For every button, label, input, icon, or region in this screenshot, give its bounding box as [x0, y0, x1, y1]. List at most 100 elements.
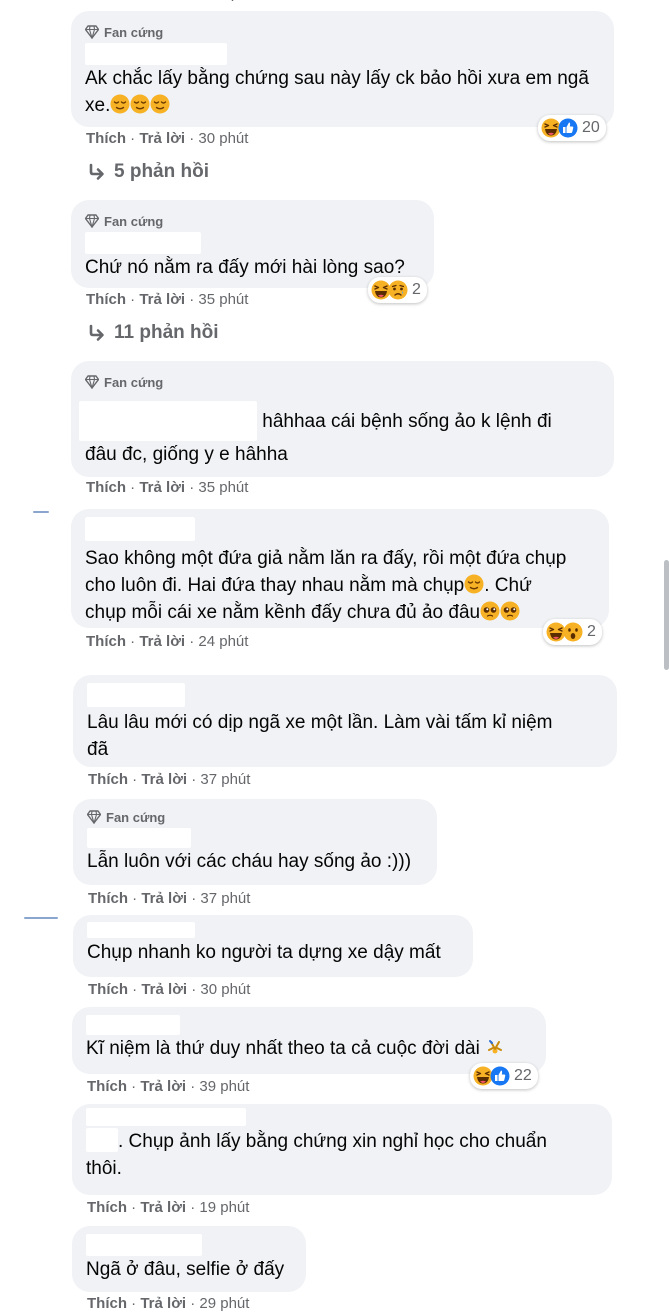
fan-badge[interactable]: Fan cứng	[87, 808, 423, 826]
cartwheel-emoji-icon	[488, 1040, 503, 1055]
reply-action[interactable]: Trả lời	[139, 291, 185, 308]
wow-reaction-icon	[563, 622, 583, 642]
comment-actions: Thích · Trả lời · 29 phút	[87, 1295, 250, 1312]
reaction-summary[interactable]: 20	[538, 115, 606, 141]
like-action[interactable]: Thích	[86, 130, 126, 147]
comment-actions: Thích · Trả lời · 35 phút	[86, 291, 249, 308]
comment-bubble: Lâu lâu mới có dịp ngã xe một lần. Làm v…	[73, 675, 617, 767]
comment-actions: Thích · Trả lời · 37 phút	[88, 890, 251, 907]
comment-text: . Chụp ảnh lấy bằng chứng xin nghỉ học c…	[86, 1128, 598, 1182]
comment-actions: Thích · Trả lời · 30 phút	[86, 130, 249, 147]
comment-time[interactable]: 30 phút	[200, 981, 250, 998]
comment-bubble: Chụp nhanh ko người ta dựng xe dậy mất	[73, 915, 473, 977]
reply-action[interactable]: Trả lời	[139, 130, 185, 147]
reply-arrow-icon	[89, 163, 104, 180]
thread-connector	[24, 917, 58, 919]
comment-bubble: Fan cứng Ak chắc lấy bằng chứng sau này …	[71, 11, 614, 127]
relieved-emoji-icon	[150, 94, 171, 114]
comment-text: Ngã ở đâu, selfie ở đấy	[86, 1259, 285, 1280]
comment-time[interactable]: 35 phút	[198, 479, 248, 496]
comment-actions: Thích · Trả lời · 24 phút	[86, 633, 249, 650]
comment-actions: Thích · Trả lời · 35 phút	[86, 479, 249, 496]
comment-actions: Thích · Trả lời · 30 phút	[88, 981, 251, 998]
like-reaction-icon	[490, 1066, 510, 1086]
reply-action[interactable]: Trả lời	[139, 633, 185, 650]
diamond-icon	[85, 375, 99, 389]
like-action[interactable]: Thích	[87, 1295, 127, 1312]
author-name[interactable]	[87, 828, 423, 848]
reaction-count: 22	[514, 1067, 532, 1084]
comment-bubble: Sao không một đứa giả nằm lăn ra đấy, rồ…	[71, 509, 609, 628]
comment-text: Kĩ niệm là thứ duy nhất theo ta cả cuộc …	[86, 1035, 532, 1062]
relieved-emoji-icon	[464, 574, 485, 594]
comment-text: Lâu lâu mới có dịp ngã xe một lần. Làm v…	[87, 712, 553, 760]
like-action[interactable]: Thích	[86, 479, 126, 496]
comment-text: hâhhaa cái bệnh sống ảo k lệnh đi đâu đc…	[79, 401, 600, 468]
comment-time[interactable]: 19 phút	[199, 1199, 249, 1216]
like-action[interactable]: Thích	[88, 771, 128, 788]
fan-badge[interactable]: Fan cứng	[85, 373, 600, 391]
like-action[interactable]: Thích	[87, 1078, 127, 1095]
like-reaction-icon	[558, 118, 578, 138]
fan-badge[interactable]: Fan cứng	[85, 212, 420, 230]
view-replies[interactable]: 11 phản hồi	[88, 322, 219, 344]
comment-text: Chứ nó nằm ra đấy mới hài lòng sao?	[85, 257, 405, 278]
like-action[interactable]: Thích	[86, 291, 126, 308]
fan-badge-label: Fan cứng	[106, 809, 166, 825]
reaction-count: 2	[412, 281, 421, 298]
author-mention[interactable]	[86, 1128, 118, 1153]
comment-time[interactable]: 24 phút	[198, 633, 248, 650]
author-name[interactable]	[79, 401, 257, 441]
comment-time[interactable]: 39 phút	[199, 1078, 249, 1095]
relieved-emoji-icon	[130, 94, 151, 114]
author-name[interactable]	[85, 517, 595, 541]
comment-text: Sao không một đứa giả nằm lăn ra đấy, rồ…	[85, 548, 567, 623]
top-fragment: ·	[230, 0, 235, 8]
fan-badge-label: Fan cứng	[104, 24, 164, 40]
reply-action[interactable]: Trả lời	[140, 1199, 186, 1216]
like-action[interactable]: Thích	[87, 1199, 127, 1216]
author-name[interactable]	[86, 1108, 598, 1126]
comment-actions: Thích · Trả lời · 19 phút	[87, 1199, 250, 1216]
reply-action[interactable]: Trả lời	[141, 981, 187, 998]
comment-text: Lẫn luôn với các cháu hay sống ảo :)))	[87, 851, 412, 872]
like-action[interactable]: Thích	[88, 981, 128, 998]
reaction-count: 2	[587, 623, 596, 640]
comment-bubble: Fan cứng hâhhaa cái bệnh sống ảo k lệnh …	[71, 361, 614, 477]
scrollbar[interactable]	[664, 560, 669, 670]
diamond-icon	[85, 25, 99, 39]
replies-label: 11 phản hồi	[114, 322, 219, 343]
reply-action[interactable]: Trả lời	[140, 1078, 186, 1095]
reaction-summary[interactable]: 2	[543, 619, 602, 645]
comment-text: Ak chắc lấy bằng chứng sau này lấy ck bả…	[85, 68, 589, 116]
comment-time[interactable]: 35 phút	[198, 291, 248, 308]
like-action[interactable]: Thích	[88, 890, 128, 907]
reply-action[interactable]: Trả lời	[139, 479, 185, 496]
comment-time[interactable]: 37 phút	[200, 890, 250, 907]
reaction-summary[interactable]: 22	[470, 1063, 538, 1089]
comment-bubble: Fan cứng Lẫn luôn với các cháu hay sống …	[73, 799, 437, 885]
reply-action[interactable]: Trả lời	[140, 1295, 186, 1312]
fan-badge-label: Fan cứng	[104, 374, 164, 390]
author-name[interactable]	[86, 1015, 532, 1035]
reply-action[interactable]: Trả lời	[141, 890, 187, 907]
like-action[interactable]: Thích	[86, 633, 126, 650]
author-name[interactable]	[86, 1234, 292, 1256]
diamond-icon	[85, 214, 99, 228]
sad-reaction-icon	[388, 280, 408, 300]
thread-connector	[33, 511, 49, 513]
author-name[interactable]	[85, 43, 600, 65]
comment-time[interactable]: 37 phút	[200, 771, 250, 788]
comment-time[interactable]: 29 phút	[199, 1295, 249, 1312]
author-name[interactable]	[87, 683, 603, 707]
author-name[interactable]	[87, 921, 459, 939]
reply-action[interactable]: Trả lời	[141, 771, 187, 788]
reaction-summary[interactable]: 2	[368, 277, 427, 303]
comment-bubble: Fan cứng Chứ nó nằm ra đấy mới hài lòng …	[71, 200, 434, 288]
fan-badge[interactable]: Fan cứng	[85, 23, 600, 41]
author-name[interactable]	[85, 232, 420, 254]
view-replies[interactable]: 5 phản hồi	[88, 161, 209, 183]
comment-actions: Thích · Trả lời · 39 phút	[87, 1078, 250, 1095]
comment-text: Chụp nhanh ko người ta dựng xe dậy mất	[87, 942, 441, 963]
comment-time[interactable]: 30 phút	[198, 130, 248, 147]
